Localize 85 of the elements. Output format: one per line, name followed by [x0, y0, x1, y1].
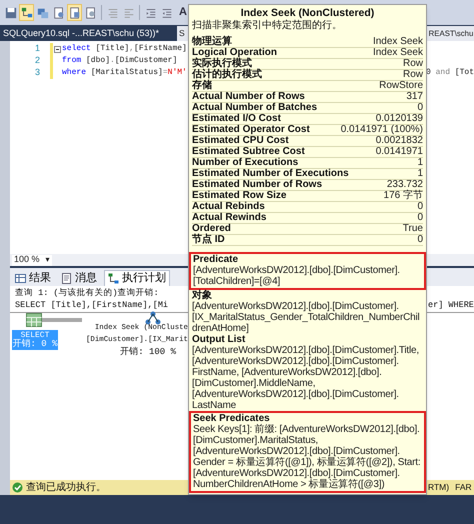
check-icon — [12, 482, 23, 493]
tree-icon — [145, 311, 161, 325]
section-text: [AdventureWorksDW2012].[dbo].[DimCustomer].Title, [AdventureWorksDW2012].[dbo].[DimCustomer].FirstName, [AdventureWorksDW2012].[dbo].[DimCustomer].MiddleName, [AdventureWorksDW2012].[dbo].[DimCustomer].LastName — [192, 345, 420, 411]
property-label: Actual Rewinds — [192, 212, 266, 223]
toolbar-button[interactable]: A — [177, 4, 189, 21]
property-label: Actual Rebinds — [192, 202, 265, 212]
code-line: from [dbo].[DimCustomer] — [62, 55, 178, 67]
property-value: 0 — [417, 102, 423, 113]
property-value: 0 — [417, 234, 423, 245]
section-text: [AdventureWorksDW2012].[dbo].[DimCustomer].[IX_MaritalStatus_Gender_TotalChildren_NumberChildrenAtHome] — [192, 301, 421, 334]
property-label: Ordered — [192, 224, 231, 234]
property-label: Logical Operation — [192, 48, 278, 58]
windows-icon — [36, 6, 48, 18]
tooltip-description: 扫描非聚集索引中特定范围的行。 — [192, 20, 343, 32]
document-icon — [68, 6, 80, 18]
zoom-dropdown[interactable]: 100 % ▾ — [12, 254, 52, 266]
property-label: 实际执行模式 — [192, 58, 252, 68]
status-message: 查询已成功执行。 — [26, 480, 106, 495]
property-value: 0 — [417, 212, 423, 223]
property-value: True — [402, 224, 423, 234]
line-number: 1 — [34, 42, 40, 56]
lines-icon — [122, 6, 134, 18]
code-line: where [MaritalStatus]=N'M' — [62, 67, 187, 79]
property-value: Index Seek — [372, 36, 423, 47]
property-value: 233.732 — [386, 180, 423, 190]
outdent-icon — [160, 6, 172, 18]
property-value: 0.0141971 (100%) — [340, 124, 423, 135]
property-label: 物理运算 — [192, 36, 232, 47]
property-value: 317 — [406, 92, 423, 102]
diagram-icon — [108, 273, 119, 284]
property-value: Row — [402, 70, 423, 80]
property-label: Estimated Number of Executions — [192, 168, 349, 179]
lines-icon — [106, 6, 118, 18]
property-value: 0.0120139 — [376, 114, 423, 124]
property-label: 估计的执行模式 — [192, 70, 262, 80]
property-label: Estimated Row Size — [192, 190, 286, 201]
result-tab[interactable]: 结果 — [12, 270, 54, 286]
document-icon — [61, 272, 72, 284]
query-text: er] WHERE — [428, 298, 474, 312]
section-text: Seek Keys[1]: 前缀: [AdventureWorksDW2012].[dbo].[DimCustomer].MaritalStatus, [AdventureWorksDW2012].[dbo].[DimCustomer].Gender = 标量运算符([@1]), 标量运算符([@2]), Start: [AdventureWorksDW2012].[dbo].[DimCustomer].NumberChildrenAtHome > 标量运算符([@3]) — [193, 424, 422, 490]
code-line: select [Title],[FirstName] — [62, 43, 187, 55]
line-number: 2 — [34, 54, 40, 68]
section-heading: Seek Predicates — [193, 413, 271, 424]
property-label: Actual Number of Batches — [192, 102, 318, 113]
property-label: 存储 — [192, 80, 212, 91]
floppy-icon — [4, 6, 16, 18]
property-label: Number of Executions — [192, 158, 298, 168]
property-label: Estimated I/O Cost — [192, 114, 281, 124]
indent-icon — [144, 6, 156, 18]
connector-line — [42, 317, 82, 323]
document-icon — [84, 6, 96, 18]
section-heading: 对象 — [192, 290, 213, 301]
section-heading: Predicate — [193, 254, 240, 265]
query-text: SELECT [Title],[FirstName],[Mi — [15, 298, 168, 312]
property-label: 节点 ID — [192, 234, 225, 245]
status-text: RTM) — [428, 481, 450, 494]
property-label: Actual Number of Rows — [192, 92, 305, 102]
property-value: 0.0141971 — [376, 146, 423, 157]
document-icon — [52, 6, 64, 18]
section-text: [AdventureWorksDW2012].[dbo].[DimCustomer].[TotalChildren]=[@4] — [193, 265, 401, 287]
section-heading: Output List — [192, 334, 246, 345]
result-tab[interactable]: 执行计划 — [104, 270, 170, 286]
property-value: 0.0021832 — [376, 136, 423, 146]
property-label: Estimated Operator Cost — [192, 124, 310, 135]
toolbar-button[interactable] — [67, 4, 82, 21]
property-value: Index Seek — [372, 48, 423, 58]
property-label: Estimated Subtree Cost — [192, 146, 305, 157]
property-label: Estimated Number of Rows — [192, 180, 322, 190]
property-value: 1 — [417, 168, 423, 179]
result-tab[interactable]: 消息 — [58, 270, 100, 286]
property-value: 1 — [417, 158, 423, 168]
table-icon — [26, 313, 42, 327]
status-text: FAR — [455, 481, 472, 494]
property-value: RowStore — [379, 80, 423, 91]
line-number: 3 — [34, 66, 40, 80]
collapse-icon[interactable] — [54, 46, 61, 52]
property-value: 176 字节 — [384, 190, 423, 201]
grid-icon — [15, 272, 26, 284]
tooltip-title: Index Seek (NonClustered) — [240, 7, 376, 20]
toolbar-button[interactable] — [19, 4, 34, 21]
diagram-icon — [20, 6, 32, 18]
property-value: 0 — [417, 202, 423, 212]
property-value: Row — [402, 58, 423, 69]
query-text: 查询 1: (与该批有关的)查询开销: — [15, 286, 159, 300]
property-label: Estimated CPU Cost — [192, 136, 289, 146]
